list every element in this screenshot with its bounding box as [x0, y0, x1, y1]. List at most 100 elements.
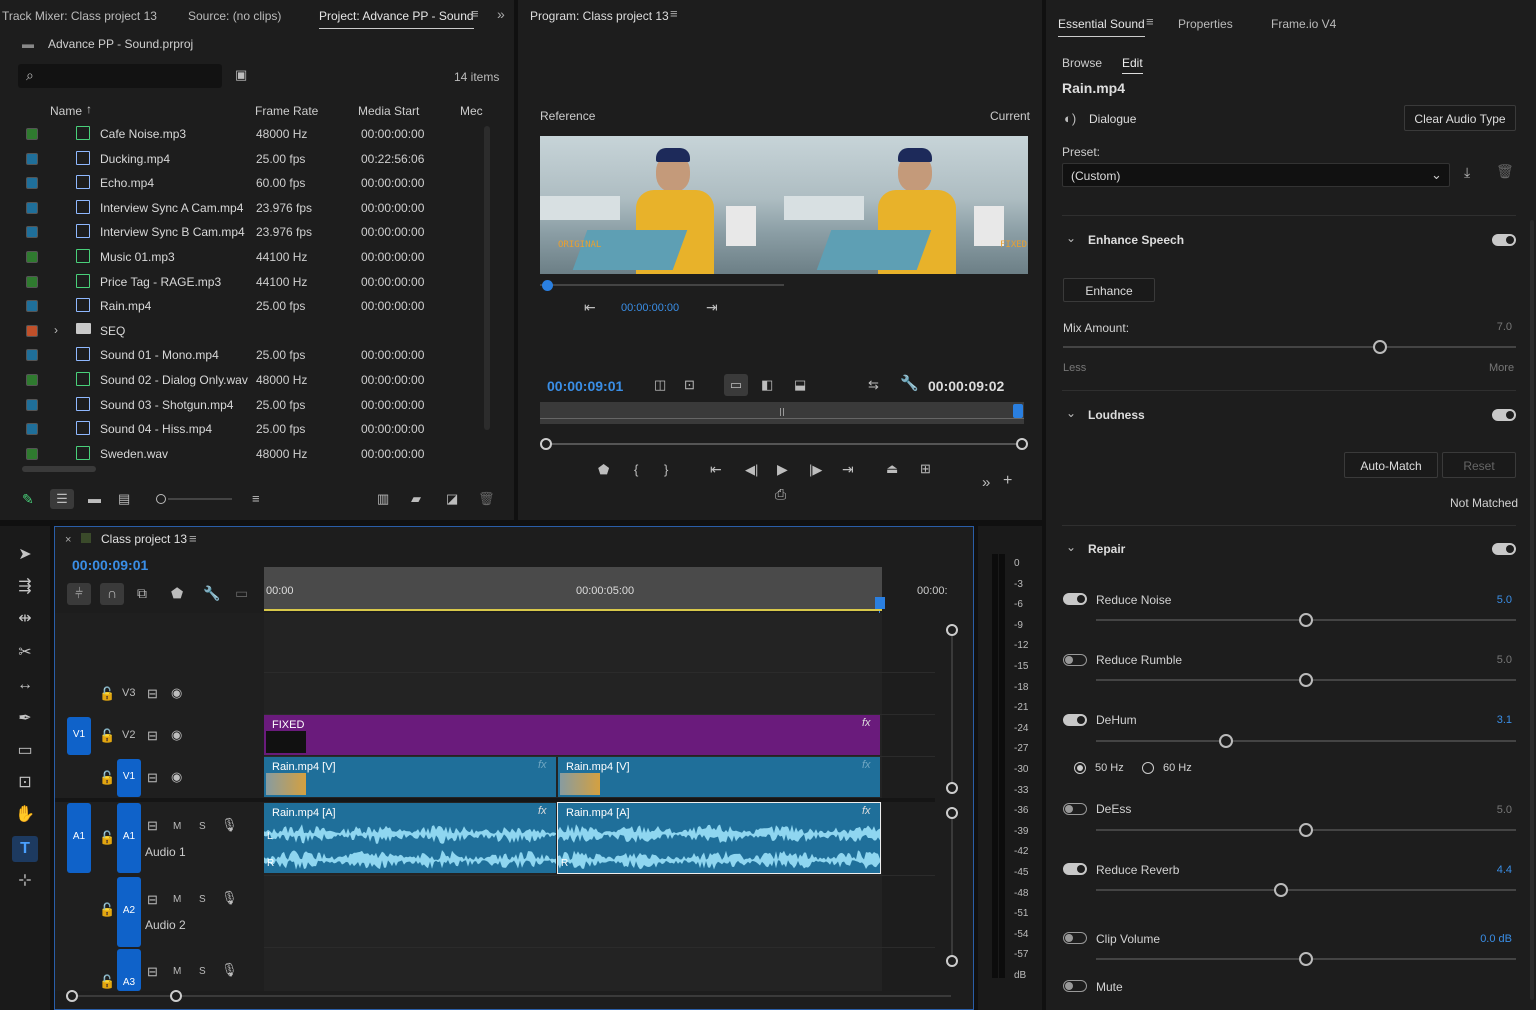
preset-dropdown[interactable]: (Custom) ⌄ — [1062, 163, 1450, 187]
column-frame-rate[interactable]: Frame Rate — [255, 104, 318, 118]
tab-source[interactable]: Source: (no clips) — [188, 9, 281, 23]
v1-target[interactable]: V1 — [117, 759, 141, 797]
a1-solo[interactable]: S — [199, 821, 206, 832]
chevron-down-icon[interactable]: ⌄ — [1066, 541, 1076, 553]
a2-mute[interactable]: M — [173, 894, 181, 905]
mix-amount-slider-knob[interactable] — [1373, 340, 1388, 354]
a2-sync-lock-icon[interactable]: ⊟ — [147, 893, 158, 906]
project-item-row[interactable]: Sound 03 - Shotgun.mp4 25.00 fps 00:00:00:… — [18, 393, 468, 417]
timeline-ruler[interactable]: 00:00 00:00:05:00 — [264, 567, 882, 611]
auto-match-button[interactable]: Auto-Match — [1344, 452, 1438, 478]
playhead-timecode[interactable]: 00:00:09:01 — [547, 378, 623, 394]
a3-mic-icon[interactable]: 🎙 — [221, 963, 238, 976]
scroll-handle[interactable] — [946, 782, 958, 794]
v2-eye-icon[interactable]: ◉ — [171, 728, 182, 741]
clip-volume-toggle[interactable] — [1063, 932, 1087, 944]
label-color-swatch[interactable] — [26, 447, 38, 460]
time-ruler[interactable] — [540, 402, 1024, 424]
enhance-button[interactable]: Enhance — [1063, 278, 1155, 302]
add-marker-icon[interactable]: ⬟ — [598, 463, 609, 476]
v3-eye-icon[interactable]: ◉ — [171, 686, 182, 699]
subtab-browse[interactable]: Browse — [1062, 56, 1102, 70]
loudness-toggle[interactable] — [1492, 409, 1516, 421]
a3-mute[interactable]: M — [173, 966, 181, 977]
horizontal-scrollbar[interactable] — [22, 466, 96, 472]
snap-icon[interactable]: ∩ — [100, 583, 124, 605]
project-item-row[interactable]: Interview Sync A Cam.mp4 23.976 fps 00:00:… — [18, 196, 468, 220]
deess-slider-knob[interactable] — [1299, 823, 1313, 837]
v1-eye-icon[interactable]: ◉ — [171, 770, 182, 783]
track-select-tool-icon[interactable]: ⇶ — [12, 574, 38, 600]
project-item-row[interactable]: Sound 02 - Dialog Only.wav 48000 Hz 00:00:… — [18, 368, 468, 392]
label-color-swatch[interactable] — [26, 423, 38, 436]
label-color-swatch[interactable] — [26, 374, 38, 386]
column-media-start[interactable]: Media Start — [358, 104, 419, 118]
source-patch-v1[interactable]: V1 — [67, 717, 91, 755]
essential-sound-menu-icon[interactable]: ≡ — [1146, 14, 1154, 29]
shot-frame-compare-icon[interactable]: ⊡ — [684, 378, 695, 391]
v1-lock-icon[interactable]: 🔓 — [99, 771, 115, 784]
radio-50hz[interactable] — [1074, 762, 1086, 774]
clip-volume-slider-knob[interactable] — [1299, 952, 1313, 966]
icon-view-icon[interactable]: ▬ — [88, 492, 101, 505]
a2-mic-icon[interactable]: 🎙 — [221, 891, 238, 904]
razor-tool-icon[interactable]: ✂ — [12, 640, 38, 666]
label-color-swatch[interactable] — [26, 177, 38, 190]
mix-amount-slider[interactable] — [1063, 346, 1516, 348]
vertical-split-icon[interactable]: ◧ — [761, 378, 773, 391]
tab-program[interactable]: Program: Class project 13 — [530, 9, 669, 23]
reference-scrubber-knob[interactable] — [542, 280, 553, 291]
essential-sound-scrollbar[interactable] — [1530, 220, 1534, 1000]
zoom-bar-right-handle[interactable] — [1016, 438, 1028, 450]
tab-frameio[interactable]: Frame.io V4 — [1271, 17, 1336, 31]
chevron-down-icon[interactable]: ⌄ — [1066, 407, 1076, 419]
tab-essential-sound[interactable]: Essential Sound — [1058, 17, 1145, 37]
mark-in-icon[interactable]: { — [634, 463, 638, 476]
project-item-row[interactable]: Music 01.mp3 44100 Hz 00:00:00:00 — [18, 245, 468, 269]
v2-label[interactable]: V2 — [122, 729, 135, 741]
subtab-edit[interactable]: Edit — [1122, 56, 1143, 74]
label-color-swatch[interactable] — [26, 201, 38, 214]
a1-target[interactable]: A1 — [117, 803, 141, 873]
more-controls-icon[interactable]: » — [982, 475, 990, 490]
project-item-row[interactable]: Price Tag - RAGE.mp3 44100 Hz 00:00:00:00 — [18, 270, 468, 294]
label-color-swatch[interactable] — [26, 275, 38, 288]
video-audio-divider[interactable] — [55, 798, 935, 802]
project-item-row[interactable]: Ducking.mp4 25.00 fps 00:22:56:06 — [18, 147, 468, 171]
go-to-out-point-icon[interactable]: ⇥ — [842, 462, 854, 476]
reduce-reverb-toggle[interactable] — [1063, 863, 1087, 875]
column-name[interactable]: Name — [50, 104, 82, 118]
horizontal-zoom-bar[interactable] — [67, 995, 951, 997]
column-media-end[interactable]: Mec — [460, 104, 483, 118]
v2-sync-lock-icon[interactable]: ⊟ — [147, 729, 158, 742]
label-color-swatch[interactable] — [26, 251, 38, 263]
v2-lock-icon[interactable]: 🔓 — [99, 729, 115, 742]
reset-button[interactable]: Reset — [1442, 452, 1516, 478]
extract-icon[interactable]: ⊞ — [920, 462, 931, 475]
a3-target[interactable]: A3 — [117, 949, 141, 991]
vertical-scrollbar[interactable] — [484, 126, 490, 430]
reduce-noise-toggle[interactable] — [1063, 593, 1087, 605]
label-color-swatch[interactable] — [26, 300, 38, 313]
new-item-icon[interactable]: ◪ — [446, 492, 458, 505]
list-view-icon[interactable]: ☰ — [50, 489, 74, 509]
tab-properties[interactable]: Properties — [1178, 17, 1233, 31]
clip-a1-a[interactable]: Rain.mp4 [A] fx L R — [264, 803, 556, 873]
pen-tool-icon[interactable]: ✒ — [12, 706, 38, 732]
add-marker-icon[interactable]: ⬟ — [171, 585, 183, 602]
export-frame-icon[interactable]: ⎙ — [775, 487, 786, 501]
a3-sync-lock-icon[interactable]: ⊟ — [147, 965, 158, 978]
go-to-in-icon[interactable]: ⇤ — [584, 300, 596, 314]
reduce-reverb-slider[interactable] — [1096, 889, 1516, 891]
linked-selection-icon[interactable]: ⧉ — [137, 585, 147, 602]
vertical-type-tool-icon[interactable]: ⊹ — [12, 868, 38, 894]
clear-audio-type-button[interactable]: Clear Audio Type — [1404, 105, 1516, 131]
project-item-row[interactable]: Cafe Noise.mp3 48000 Hz 00:00:00:00 — [18, 122, 468, 146]
reduce-reverb-slider-knob[interactable] — [1273, 883, 1288, 897]
label-color-swatch[interactable] — [26, 324, 38, 337]
ripple-edit-tool-icon[interactable]: ⇹ — [12, 606, 38, 632]
go-to-in-point-icon[interactable]: ⇤ — [710, 462, 722, 476]
horizontal-split-icon[interactable]: ⬓ — [794, 378, 806, 391]
reduce-rumble-toggle[interactable] — [1063, 654, 1087, 666]
wrench-icon[interactable]: 🔧 — [900, 376, 919, 391]
